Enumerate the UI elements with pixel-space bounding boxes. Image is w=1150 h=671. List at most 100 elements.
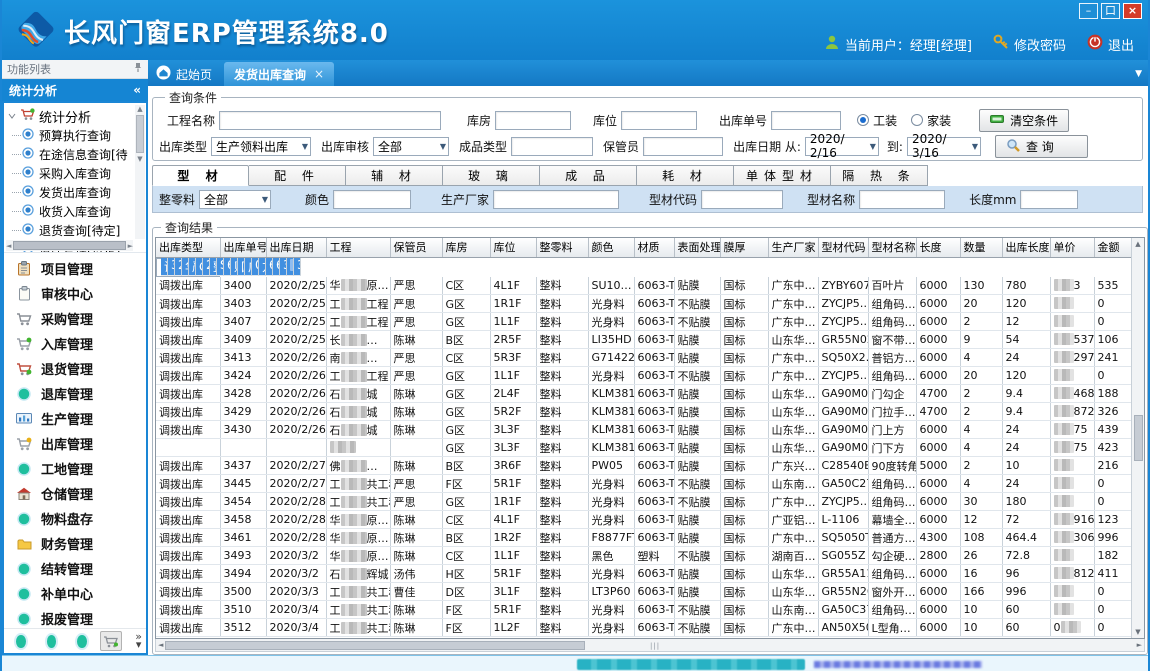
sidebar-menu-item[interactable]: 项目管理: [4, 256, 146, 281]
tree-root[interactable]: 统计分析: [8, 106, 134, 126]
column-header[interactable]: 型材名称: [868, 238, 916, 257]
order-no-input[interactable]: [771, 111, 841, 130]
change-password-button[interactable]: 修改密码: [993, 34, 1066, 54]
product-type-input[interactable]: [511, 137, 593, 156]
material-tab[interactable]: 辅 材: [346, 165, 443, 186]
table-row[interactable]: 调拨出库34372020/2/27佛…陈琳B区3R6F整料PW056063-T5…: [156, 457, 1131, 475]
table-row[interactable]: 调拨出库34942020/3/2石辉城汤伟H区5R1F整料光身料6063-T5贴…: [156, 565, 1131, 583]
table-row[interactable]: 调拨出库33992020/2/25华原…严思C区2L1F整料SU10…6063-…: [156, 258, 220, 277]
material-tab[interactable]: 型 材: [152, 165, 249, 186]
table-row[interactable]: 调拨出库35122020/3/4工共工程陈琳F区1L2F整料光身料6063-T5…: [156, 619, 1131, 637]
table-vertical-scrollbar[interactable]: ▲▼: [1131, 238, 1144, 638]
sidebar-menu-item[interactable]: 结转管理: [4, 556, 146, 581]
radio-work-install[interactable]: 工装: [857, 112, 897, 129]
column-header[interactable]: 生产厂家: [768, 238, 818, 257]
tree-item[interactable]: 发货出库查询: [8, 183, 134, 202]
module-dot-icon[interactable]: [47, 635, 57, 648]
sidebar-menu-item[interactable]: 退货管理: [4, 356, 146, 381]
tab-home[interactable]: 起始页: [148, 62, 224, 86]
table-row[interactable]: 调拨出库34452020/2/27工共工程严思F区5R1F整料光身料6063-T…: [156, 475, 1131, 493]
sidebar-menu-item[interactable]: 财务管理: [4, 531, 146, 556]
length-input[interactable]: [1020, 190, 1078, 209]
tree-item[interactable]: 在途信息查询[待: [8, 145, 134, 164]
collapse-icon[interactable]: «: [133, 83, 141, 97]
sidebar-menu-item[interactable]: 采购管理: [4, 306, 146, 331]
code-input[interactable]: [701, 190, 783, 209]
module-dot-icon[interactable]: [16, 635, 26, 648]
table-row[interactable]: 调拨出库34032020/2/25工工程严思G区1R1F整料光身料6063-T5…: [156, 295, 1131, 313]
column-header[interactable]: 型材代码: [818, 238, 868, 257]
sidebar-menu-item[interactable]: 报废管理: [4, 606, 146, 628]
keeper-input[interactable]: [643, 137, 723, 156]
column-header[interactable]: 材质: [634, 238, 674, 257]
sidebar-menu-item[interactable]: 生产管理: [4, 406, 146, 431]
table-row[interactable]: 调拨出库34282020/2/26石城陈琳G区2L4F整料KLM38176063…: [156, 385, 1131, 403]
tree-item[interactable]: 退货查询[待定]: [8, 221, 134, 240]
pin-icon[interactable]: [133, 62, 143, 76]
module-dot-icon[interactable]: [77, 635, 87, 648]
material-tab[interactable]: 玻 璃: [443, 165, 540, 186]
table-row[interactable]: 调拨出库35002020/3/3工共工程曹佳D区3L1F整料LT3P606063…: [156, 583, 1131, 601]
table-row[interactable]: G区3L3F整料KLM38176063-T5贴膜国标山东华…GA90M09.门下…: [156, 439, 1131, 457]
table-row[interactable]: 调拨出库34302020/2/26石城陈琳G区3L3F整料KLM38176063…: [156, 421, 1131, 439]
tab-shipment-query[interactable]: 发货出库查询 ×: [224, 62, 334, 86]
column-header[interactable]: 出库类型: [156, 238, 220, 257]
sidebar-menu-item[interactable]: 退库管理: [4, 381, 146, 406]
material-tab[interactable]: 单体型材: [734, 165, 831, 186]
sidebar-menu-item[interactable]: 物料盘存: [4, 506, 146, 531]
sidebar-menu-item[interactable]: 审核中心: [4, 281, 146, 306]
table-row[interactable]: 调拨出库35102020/3/4工共工程陈琳F区5R1F整料光身料6063-T5…: [156, 601, 1131, 619]
table-row[interactable]: 调拨出库34932020/3/2华原…陈琳C区1L1F整料黑色塑料不贴膜国标湖南…: [156, 547, 1131, 565]
sidebar-menu-item[interactable]: 入库管理: [4, 331, 146, 356]
column-header[interactable]: 保管员: [390, 238, 442, 257]
tree-item[interactable]: 收货入库查询: [8, 202, 134, 221]
close-button[interactable]: ×: [1123, 3, 1142, 19]
column-header[interactable]: 出库单号: [220, 238, 266, 257]
material-tab[interactable]: 成 品: [540, 165, 637, 186]
name-input[interactable]: [859, 190, 945, 209]
logout-button[interactable]: 退出: [1087, 34, 1134, 54]
sidebar-menu-item[interactable]: 工地管理: [4, 456, 146, 481]
more-modules-button[interactable]: »▾: [135, 633, 142, 649]
sidebar-menu-item[interactable]: 仓储管理: [4, 481, 146, 506]
cart-module-button[interactable]: [100, 631, 123, 651]
section-header[interactable]: 统计分析 «: [2, 79, 148, 101]
table-row[interactable]: 调拨出库34582020/2/28华原…陈琳C区4L1F整料光身料6063-T5…: [156, 511, 1131, 529]
tab-close-icon[interactable]: ×: [314, 67, 324, 81]
clear-conditions-button[interactable]: 清空条件: [979, 109, 1069, 132]
tree-horizontal-scrollbar[interactable]: ◄►: [6, 240, 133, 251]
material-tab[interactable]: 耗 材: [637, 165, 734, 186]
table-horizontal-scrollbar[interactable]: ◄|||►: [155, 639, 1145, 652]
column-header[interactable]: 单价: [1050, 238, 1094, 257]
date-from-select[interactable]: 2020/ 2/16▼: [805, 137, 879, 156]
sidebar-menu-item[interactable]: 出库管理: [4, 431, 146, 456]
column-header[interactable]: 出库长度: [1002, 238, 1050, 257]
part-select[interactable]: 全部▼: [199, 190, 271, 209]
sidebar-menu-item[interactable]: 补单中心: [4, 581, 146, 606]
search-button[interactable]: 查 询: [995, 135, 1088, 158]
tree-item[interactable]: 预算执行查询: [8, 126, 134, 145]
maker-input[interactable]: [493, 190, 619, 209]
table-row[interactable]: 调拨出库34072020/2/25工工程严思G区1L1F整料光身料6063-T5…: [156, 313, 1131, 331]
audit-select[interactable]: 全部▼: [373, 137, 449, 156]
column-header[interactable]: 整零料: [536, 238, 588, 257]
column-header[interactable]: 出库日期: [266, 238, 326, 257]
tab-overflow-arrow-icon[interactable]: ▼: [1135, 69, 1142, 79]
project-name-input[interactable]: [219, 111, 441, 130]
minimize-button[interactable]: –: [1079, 3, 1098, 19]
color-input[interactable]: [333, 190, 411, 209]
table-row[interactable]: 调拨出库34002020/2/25华原…严思C区4L1F整料SU10…6063-…: [156, 277, 1131, 295]
column-header[interactable]: 数量: [960, 238, 1002, 257]
tree-item[interactable]: 采购入库查询: [8, 164, 134, 183]
column-header[interactable]: 金额: [1094, 238, 1131, 257]
material-tab[interactable]: 隔 热 条: [831, 165, 928, 186]
column-header[interactable]: 膜厚: [720, 238, 768, 257]
radio-home-install[interactable]: 家装: [911, 112, 951, 129]
table-row[interactable]: 调拨出库34292020/2/26石城陈琳G区5R2F整料KLM38176063…: [156, 403, 1131, 421]
table-row[interactable]: 调拨出库34092020/2/25长…陈琳B区2R5F整料LI35HD6063-…: [156, 331, 1131, 349]
column-header[interactable]: 工程: [326, 238, 390, 257]
column-header[interactable]: 表面处理: [674, 238, 720, 257]
table-row[interactable]: 调拨出库34242020/2/26工工程严思G区1L1F整料光身料6063-T5…: [156, 367, 1131, 385]
table-row[interactable]: 调拨出库34132020/2/26南…严思C区5R3F整料G714226063-…: [156, 349, 1131, 367]
tree-expander-icon[interactable]: [8, 109, 16, 124]
